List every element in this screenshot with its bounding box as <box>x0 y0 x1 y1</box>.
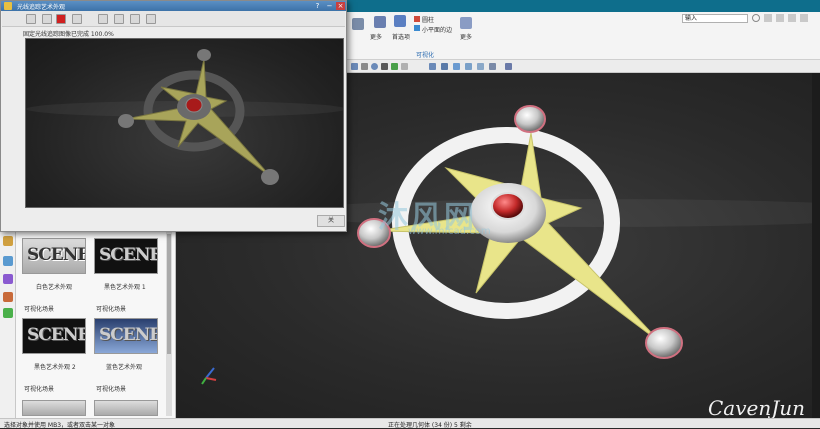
crosshair-icon[interactable] <box>381 63 388 70</box>
line-icon[interactable] <box>391 63 398 70</box>
ribbon-item-cylinder[interactable]: 圆柱 <box>422 15 434 24</box>
red-jewel <box>491 192 525 220</box>
ribbon-item-more-2[interactable]: 更多 <box>460 32 472 41</box>
snap-icon[interactable] <box>371 63 378 70</box>
viewport-gutter <box>812 73 820 418</box>
process-icon[interactable] <box>3 236 13 246</box>
ribbon-item-facet-edge[interactable]: 小平面的边 <box>422 25 452 34</box>
scene-thumb-white[interactable]: SCENE <box>22 238 86 274</box>
status-bar: 选择对象并使用 MB3，或者双击某一对象 正在处理几何体 (34 份) 5 剩余 <box>0 418 820 429</box>
scene-label-blue: 蓝色艺术外观 <box>106 364 143 371</box>
select-icon[interactable] <box>351 63 358 70</box>
tip-ball-bottom-right <box>645 327 683 359</box>
section-label: 可视化场景 <box>24 386 55 393</box>
grid-icon[interactable] <box>441 63 448 70</box>
scene-thumb-black-1[interactable]: SCENE <box>94 238 158 274</box>
ribbon-item-more-1[interactable]: 更多 <box>370 32 382 41</box>
system-scene-icon[interactable] <box>3 274 13 284</box>
fit-icon[interactable] <box>146 14 156 24</box>
background-icon[interactable] <box>98 14 108 24</box>
start-icon[interactable] <box>26 14 36 24</box>
view-triad-icon <box>201 367 217 385</box>
minimize-icon[interactable]: − <box>325 2 334 10</box>
raytrace-preview <box>25 38 344 208</box>
layer-icon[interactable] <box>477 63 484 70</box>
scene-label-black-2: 黑色艺术外观 2 <box>34 364 76 371</box>
visual-scenes-panel: SCENE 白色艺术外观 SCENE 黑色艺术外观 1 可视化场景 可视化场景 … <box>16 228 176 418</box>
thumb-text: SCENE <box>27 245 86 265</box>
section-label: 可视化场景 <box>24 306 55 313</box>
help-icon[interactable]: ? <box>313 2 322 10</box>
filter-icon[interactable] <box>361 63 368 70</box>
render-icon[interactable] <box>374 16 386 28</box>
raytrace-dialog: 光线追踪艺术外观 ? − × 固定光线追踪图像已完成 100.0% 关 <box>0 0 347 232</box>
dialog-title: 光线追踪艺术外观 <box>17 4 66 11</box>
arc-icon[interactable] <box>401 63 408 70</box>
rotate-icon[interactable] <box>453 63 460 70</box>
dialog-toolbar <box>2 11 345 27</box>
cylinder-icon <box>414 16 420 22</box>
dialog-close-button[interactable]: 关 <box>317 215 345 227</box>
render-status: 固定光线追踪图像已完成 100.0% <box>23 31 114 38</box>
thumb-text: SCENE <box>99 325 158 345</box>
options-icon[interactable] <box>130 14 140 24</box>
orient-icon[interactable] <box>505 63 512 70</box>
zoom-icon[interactable] <box>465 63 472 70</box>
help-icon[interactable] <box>752 14 760 22</box>
close-icon[interactable]: × <box>336 2 345 10</box>
author-signature: CavenJun <box>708 396 806 420</box>
render-style-icon[interactable] <box>489 63 496 70</box>
panel-scroll-thumb[interactable] <box>167 234 171 354</box>
scene-thumb-partial[interactable] <box>94 400 158 416</box>
materials-icon[interactable] <box>3 308 13 318</box>
settings-icon[interactable] <box>114 14 124 24</box>
command-search-input[interactable]: 输入 <box>682 14 748 23</box>
thumb-text: SCENE <box>99 245 158 265</box>
selection-toolbar <box>345 60 820 73</box>
visual-icon[interactable] <box>3 292 13 302</box>
scene-thumb-black-2[interactable]: SCENE <box>22 318 86 354</box>
view-icon[interactable] <box>429 63 436 70</box>
stop-icon[interactable] <box>56 14 66 24</box>
app-icon <box>4 2 12 10</box>
preferences-icon[interactable] <box>394 15 406 27</box>
save-image-icon[interactable] <box>72 14 82 24</box>
scene-thumb-blue[interactable]: SCENE <box>94 318 158 354</box>
scene-label-white: 白色艺术外观 <box>36 284 73 291</box>
roles-icon[interactable] <box>3 256 13 266</box>
section-label: 可视化场景 <box>96 386 127 393</box>
more-icon-2[interactable] <box>460 17 472 29</box>
window-controls[interactable] <box>764 14 814 22</box>
preview-render <box>26 49 343 185</box>
section-label: 可视化场景 <box>96 306 127 313</box>
scene-thumb-partial[interactable] <box>22 400 86 416</box>
tip-ball-top <box>514 105 546 133</box>
watermark-url: www.mfcad.com <box>408 226 491 237</box>
pause-icon[interactable] <box>42 14 52 24</box>
ribbon-item-preferences[interactable]: 首选项 <box>392 32 410 41</box>
thumb-text: SCENE <box>27 325 86 345</box>
ribbon-group-label: 可视化 <box>416 52 435 59</box>
facet-edge-icon <box>414 25 420 31</box>
more-icon[interactable] <box>352 18 364 30</box>
scene-label-black-1: 黑色艺术外观 1 <box>104 284 146 291</box>
